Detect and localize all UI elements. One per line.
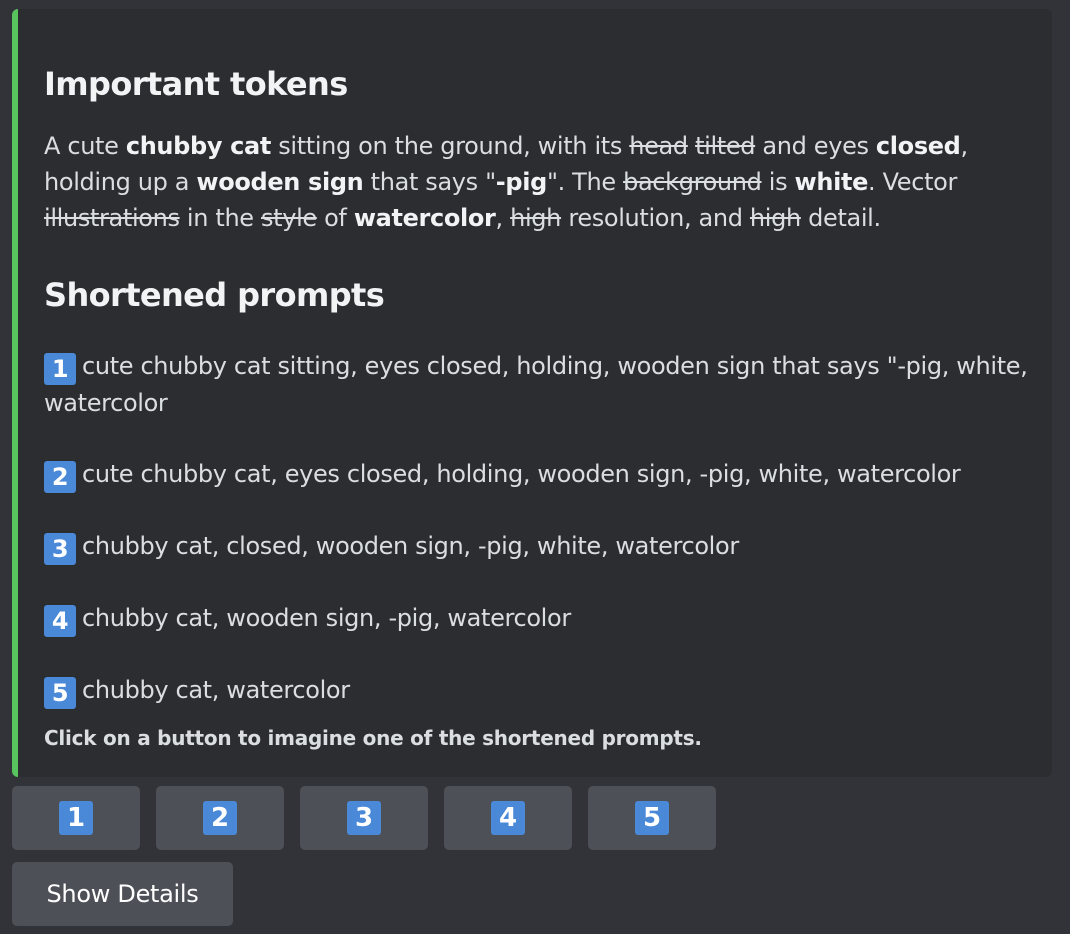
number-4-icon: 4	[491, 801, 525, 835]
imagine-prompt-4-button[interactable]: 4	[444, 786, 572, 850]
shortened-prompt-4: 4 chubby cat, wooden sign, -pig, watercol…	[44, 600, 1034, 637]
removed-token: tilted	[695, 132, 756, 160]
number-5-icon: 5	[635, 801, 669, 835]
number-3-icon: 3	[347, 801, 381, 835]
removed-token: illustrations	[44, 204, 180, 232]
removed-token: high	[749, 204, 801, 232]
important-token: closed	[875, 132, 961, 160]
important-tokens-text: A cute chubby cat sitting on the ground,…	[44, 128, 1034, 236]
instruction-text: Click on a button to imagine one of the …	[44, 726, 702, 750]
token-text: ,	[495, 204, 511, 232]
token-text: A cute	[44, 132, 126, 160]
imagine-prompt-1-button[interactable]: 1	[12, 786, 140, 850]
shortened-prompt-5: 5 chubby cat, watercolor	[44, 672, 1034, 709]
imagine-prompt-2-button[interactable]: 2	[156, 786, 284, 850]
shortened-prompt-3: 3 chubby cat, closed, wooden sign, -pig, …	[44, 528, 1034, 565]
show-details-button[interactable]: Show Details	[12, 862, 233, 926]
prompt-text: chubby cat, wooden sign, -pig, watercolo…	[82, 604, 571, 632]
token-text: detail.	[800, 204, 881, 232]
prompt-text: cute chubby cat, eyes closed, holding, w…	[82, 460, 961, 488]
token-text: resolution, and	[561, 204, 750, 232]
token-text: is	[761, 168, 795, 196]
token-text: and eyes	[755, 132, 876, 160]
token-text: that says "	[363, 168, 496, 196]
prompt-text: chubby cat, watercolor	[82, 676, 350, 704]
removed-token: head	[629, 132, 688, 160]
important-token: -pig	[495, 168, 548, 196]
important-token: watercolor	[353, 204, 496, 232]
imagine-prompt-3-button[interactable]: 3	[300, 786, 428, 850]
shortened-prompts-heading: Shortened prompts	[44, 276, 385, 314]
number-1-icon: 1	[44, 353, 76, 385]
prompt-shortener-embed: Important tokens A cute chubby cat sitti…	[12, 9, 1052, 777]
important-tokens-heading: Important tokens	[44, 65, 348, 103]
removed-token: high	[510, 204, 562, 232]
number-4-icon: 4	[44, 605, 76, 637]
token-text: . Vector	[868, 168, 957, 196]
token-text: ". The	[546, 168, 624, 196]
imagine-prompt-5-button[interactable]: 5	[588, 786, 716, 850]
removed-token: background	[623, 168, 762, 196]
important-token: chubby cat	[125, 132, 272, 160]
number-1-icon: 1	[59, 801, 93, 835]
important-token: white	[794, 168, 869, 196]
token-text: sitting on the ground, with its	[270, 132, 630, 160]
number-2-icon: 2	[203, 801, 237, 835]
shortened-prompt-2: 2 cute chubby cat, eyes closed, holding, …	[44, 456, 1034, 493]
number-2-icon: 2	[44, 461, 76, 493]
important-token: wooden sign	[196, 168, 364, 196]
number-5-icon: 5	[44, 677, 76, 709]
token-text: of	[316, 204, 354, 232]
number-3-icon: 3	[44, 533, 76, 565]
shortened-prompt-1: 1 cute chubby cat sitting, eyes closed, h…	[44, 348, 1034, 421]
removed-token: style	[261, 204, 317, 232]
token-text: in the	[179, 204, 261, 232]
prompt-text: chubby cat, closed, wooden sign, -pig, w…	[82, 532, 739, 560]
prompt-text: cute chubby cat sitting, eyes closed, ho…	[44, 352, 1028, 417]
